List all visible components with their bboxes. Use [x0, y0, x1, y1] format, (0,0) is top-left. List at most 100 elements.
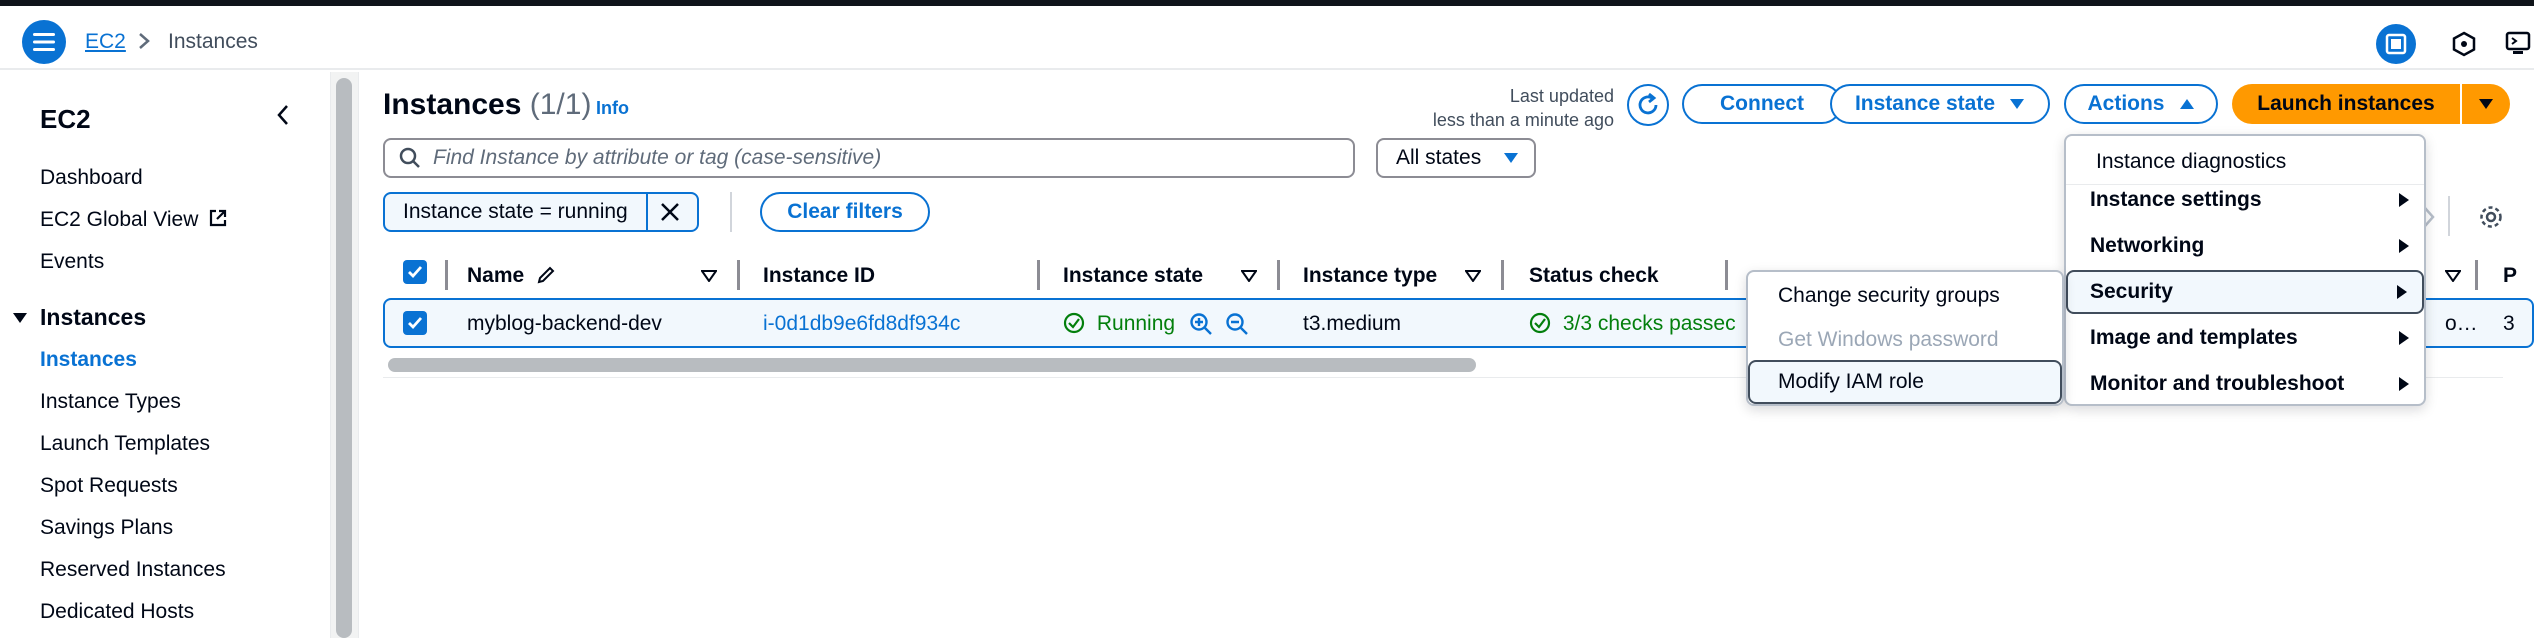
select-all-checkbox[interactable]	[403, 260, 427, 284]
sidebar-section-label: Instances	[40, 304, 147, 330]
terminal-icon	[2505, 31, 2531, 54]
menu-item-instance-settings[interactable]: Instance settings	[2066, 178, 2424, 222]
sort-caret-icon[interactable]	[701, 270, 717, 282]
caret-right-icon	[2399, 331, 2409, 345]
sidebar-section-instances[interactable]: Instances	[12, 304, 146, 331]
column-divider	[737, 260, 740, 290]
caret-down-icon	[2010, 99, 2025, 109]
connect-button[interactable]: Connect	[1682, 84, 1842, 124]
column-header-instance-id[interactable]: Instance ID	[763, 264, 875, 288]
success-check-icon	[1063, 312, 1085, 334]
sidebar-item-spot-requests[interactable]: Spot Requests	[40, 474, 178, 498]
page-title: Instances (1/1)	[383, 88, 591, 122]
panel-toggle-button[interactable]	[2374, 22, 2418, 66]
cloudshell-button[interactable]	[2498, 22, 2534, 66]
column-divider	[2475, 260, 2478, 290]
sidebar-item-launch-templates[interactable]: Launch Templates	[40, 432, 210, 456]
top-navigation: EC2 Instances	[0, 6, 2534, 70]
toolbar-divider	[2448, 196, 2450, 236]
sidebar-item-dashboard[interactable]: Dashboard	[40, 166, 143, 190]
launch-instances-dropdown[interactable]	[2462, 84, 2510, 124]
column-header-instance-type[interactable]: Instance type	[1303, 264, 1437, 288]
actions-button[interactable]: Actions	[2064, 84, 2218, 124]
content-divider	[358, 72, 359, 638]
cell-name: myblog-backend-dev	[467, 312, 662, 335]
sidebar-item-global-view[interactable]: EC2 Global View	[40, 208, 228, 232]
caret-right-icon	[2399, 377, 2409, 391]
check-icon	[408, 266, 423, 279]
caret-right-icon	[2399, 193, 2409, 207]
instance-count: (1/1)	[529, 88, 592, 121]
column-header-status-check[interactable]: Status check	[1529, 264, 1659, 288]
clear-filters-button[interactable]: Clear filters	[760, 192, 930, 232]
filter-token: Instance state = running	[383, 192, 699, 232]
states-filter-select[interactable]: All states	[1376, 138, 1536, 178]
filter-token-label: Instance state = running	[385, 194, 648, 230]
page-title-text: Instances	[383, 88, 522, 121]
menu-item-get-windows-password: Get Windows password	[1778, 328, 1999, 351]
menu-item-label: Instance settings	[2090, 188, 2262, 211]
sidebar-item-savings-plans[interactable]: Savings Plans	[40, 516, 173, 540]
actions-label: Actions	[2087, 92, 2165, 115]
last-updated-time: less than a minute ago	[1432, 110, 1614, 130]
instance-id-link[interactable]: i-0d1db9e6fd8df934c	[763, 312, 960, 336]
notifications-button[interactable]	[2442, 22, 2486, 66]
sidebar-item-reserved-instances[interactable]: Reserved Instances	[40, 558, 226, 582]
search-box[interactable]	[383, 138, 1355, 178]
sidebar-scrollbar-thumb[interactable]	[336, 78, 352, 638]
menu-item-image-and-templates[interactable]: Image and templates	[2066, 316, 2424, 360]
search-input[interactable]	[433, 146, 1313, 170]
zoom-in-icon[interactable]	[1189, 312, 1213, 336]
sidebar-collapse-button[interactable]	[268, 100, 298, 130]
menu-item-label: Networking	[2090, 234, 2205, 257]
remove-filter-button[interactable]	[648, 194, 692, 230]
pencil-icon	[537, 266, 555, 284]
info-link[interactable]: Info	[596, 98, 629, 119]
instance-state-label: Instance state	[1854, 92, 1996, 115]
column-header-name[interactable]: Name	[467, 264, 556, 288]
caret-down-icon	[2479, 99, 2493, 109]
sort-caret-icon[interactable]	[1241, 270, 1257, 282]
chevron-right-icon	[137, 32, 151, 56]
sort-caret-icon[interactable]	[1465, 270, 1481, 282]
hamburger-menu-button[interactable]	[22, 20, 66, 64]
row-checkbox[interactable]	[403, 311, 427, 335]
cell-instance-state: Running	[1063, 312, 1175, 336]
menu-item-networking[interactable]: Networking	[2066, 224, 2424, 268]
states-filter-value: All states	[1396, 146, 1482, 169]
launch-instances-button[interactable]: Launch instances	[2232, 84, 2460, 124]
sort-caret-icon[interactable]	[2445, 270, 2461, 282]
caret-right-icon	[2399, 239, 2409, 253]
sidebar-item-dedicated-hosts[interactable]: Dedicated Hosts	[40, 600, 194, 624]
gear-icon[interactable]	[2478, 204, 2504, 230]
actions-menu: Instance diagnostics Instance settings N…	[2064, 134, 2426, 406]
split-panel-icon	[2376, 24, 2416, 64]
menu-item-security[interactable]: Security	[2066, 270, 2424, 314]
menu-item-modify-iam-role[interactable]: Modify IAM role	[1748, 360, 2062, 404]
sidebar-item-instances[interactable]: Instances	[40, 348, 137, 372]
instance-state-button[interactable]: Instance state	[1830, 84, 2050, 124]
breadcrumb-current: Instances	[168, 30, 258, 53]
chevron-left-icon	[277, 105, 288, 125]
sidebar-item-label: EC2 Global View	[40, 208, 199, 231]
caret-down-icon	[13, 312, 27, 323]
sidebar-item-instance-types[interactable]: Instance Types	[40, 390, 181, 414]
menu-item-label: Image and templates	[2090, 326, 2298, 349]
column-divider	[445, 260, 448, 290]
sidebar-title: EC2	[40, 104, 91, 134]
menu-item-change-security-groups[interactable]: Change security groups	[1748, 274, 2062, 318]
refresh-button[interactable]	[1627, 84, 1669, 126]
cell-instance-type: t3.medium	[1303, 312, 1402, 335]
instance-state-text: Running	[1096, 312, 1176, 335]
close-icon	[660, 203, 679, 221]
column-header-truncated[interactable]: P	[2503, 264, 2517, 288]
hexagon-icon	[2452, 31, 2476, 57]
breadcrumb-ec2-link[interactable]: EC2	[85, 30, 126, 54]
zoom-out-icon[interactable]	[1225, 312, 1249, 336]
success-check-icon	[1529, 312, 1551, 334]
status-check-text: 3/3 checks passec	[1562, 312, 1736, 335]
column-header-instance-state[interactable]: Instance state	[1063, 264, 1203, 288]
menu-item-monitor-and-troubleshoot[interactable]: Monitor and troubleshoot	[2066, 362, 2424, 406]
sidebar-item-events[interactable]: Events	[40, 250, 104, 274]
table-horizontal-scrollbar[interactable]	[388, 358, 1476, 372]
